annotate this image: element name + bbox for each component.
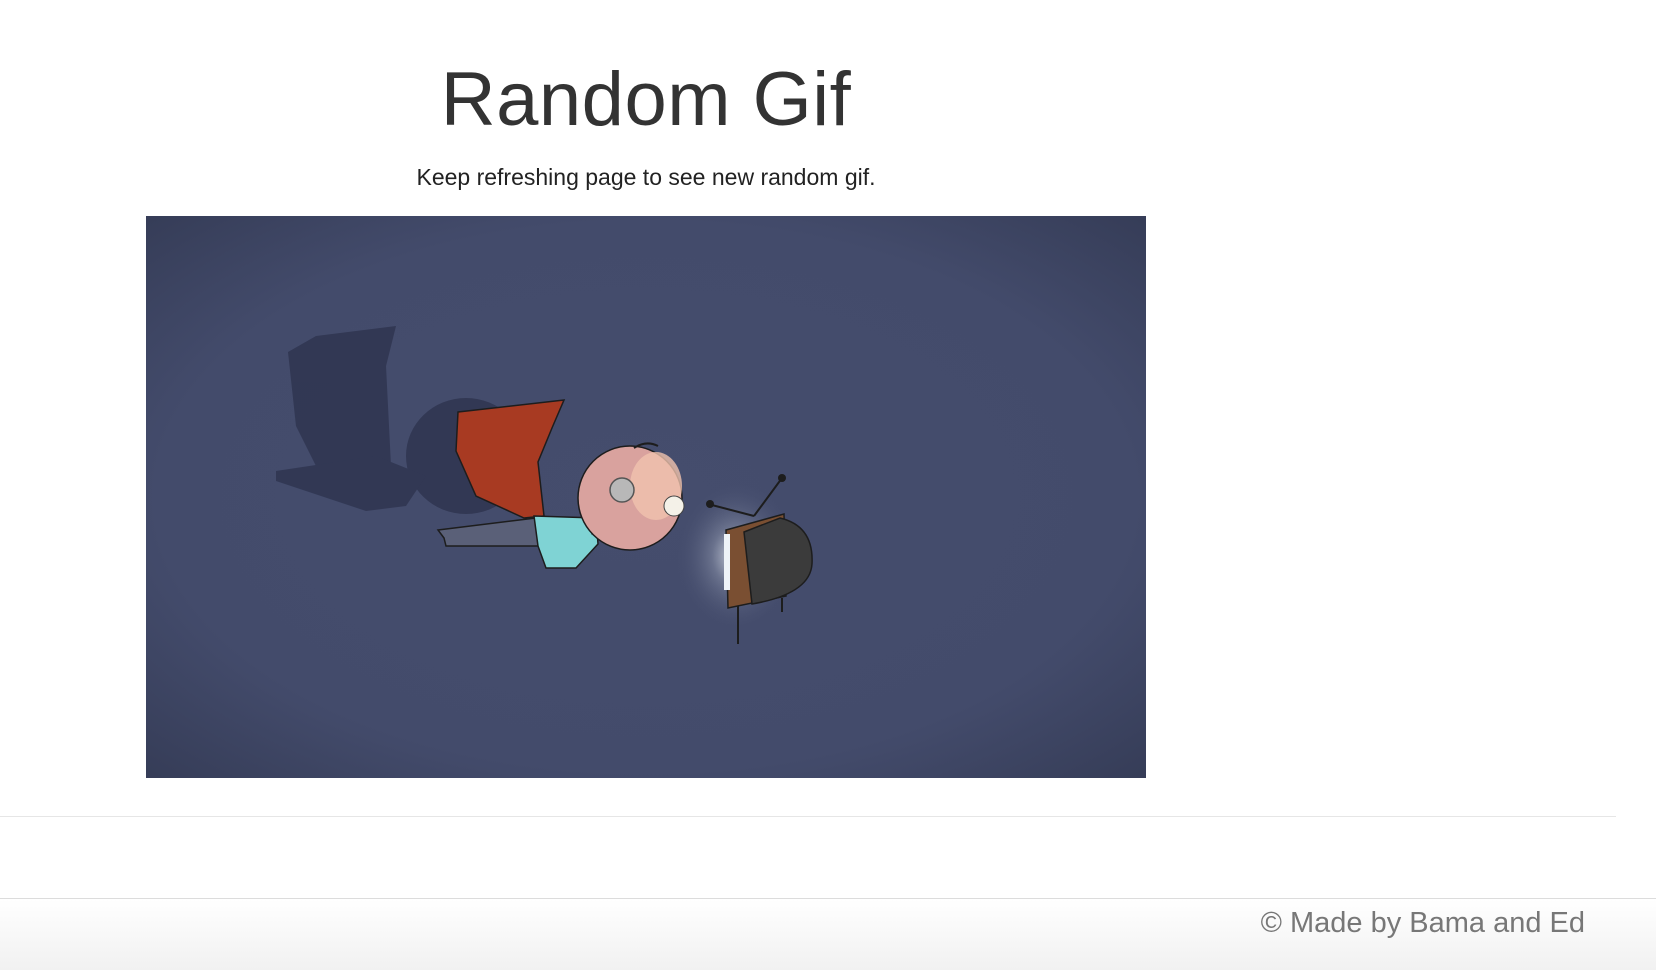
page: Random Gif Keep refreshing page to see n… xyxy=(0,0,1656,970)
footer-credit: © Made by Bama and Ed xyxy=(1260,907,1585,939)
page-subtitle: Keep refreshing page to see new random g… xyxy=(416,164,876,190)
random-gif-image xyxy=(146,216,1146,778)
hero-ear xyxy=(609,477,635,503)
footer: © Made by Bama and Ed xyxy=(0,898,1656,970)
gif-illustration xyxy=(146,216,1146,778)
page-title: Random Gif xyxy=(440,57,852,142)
content-divider xyxy=(0,816,1616,817)
hero-nose xyxy=(663,495,685,517)
